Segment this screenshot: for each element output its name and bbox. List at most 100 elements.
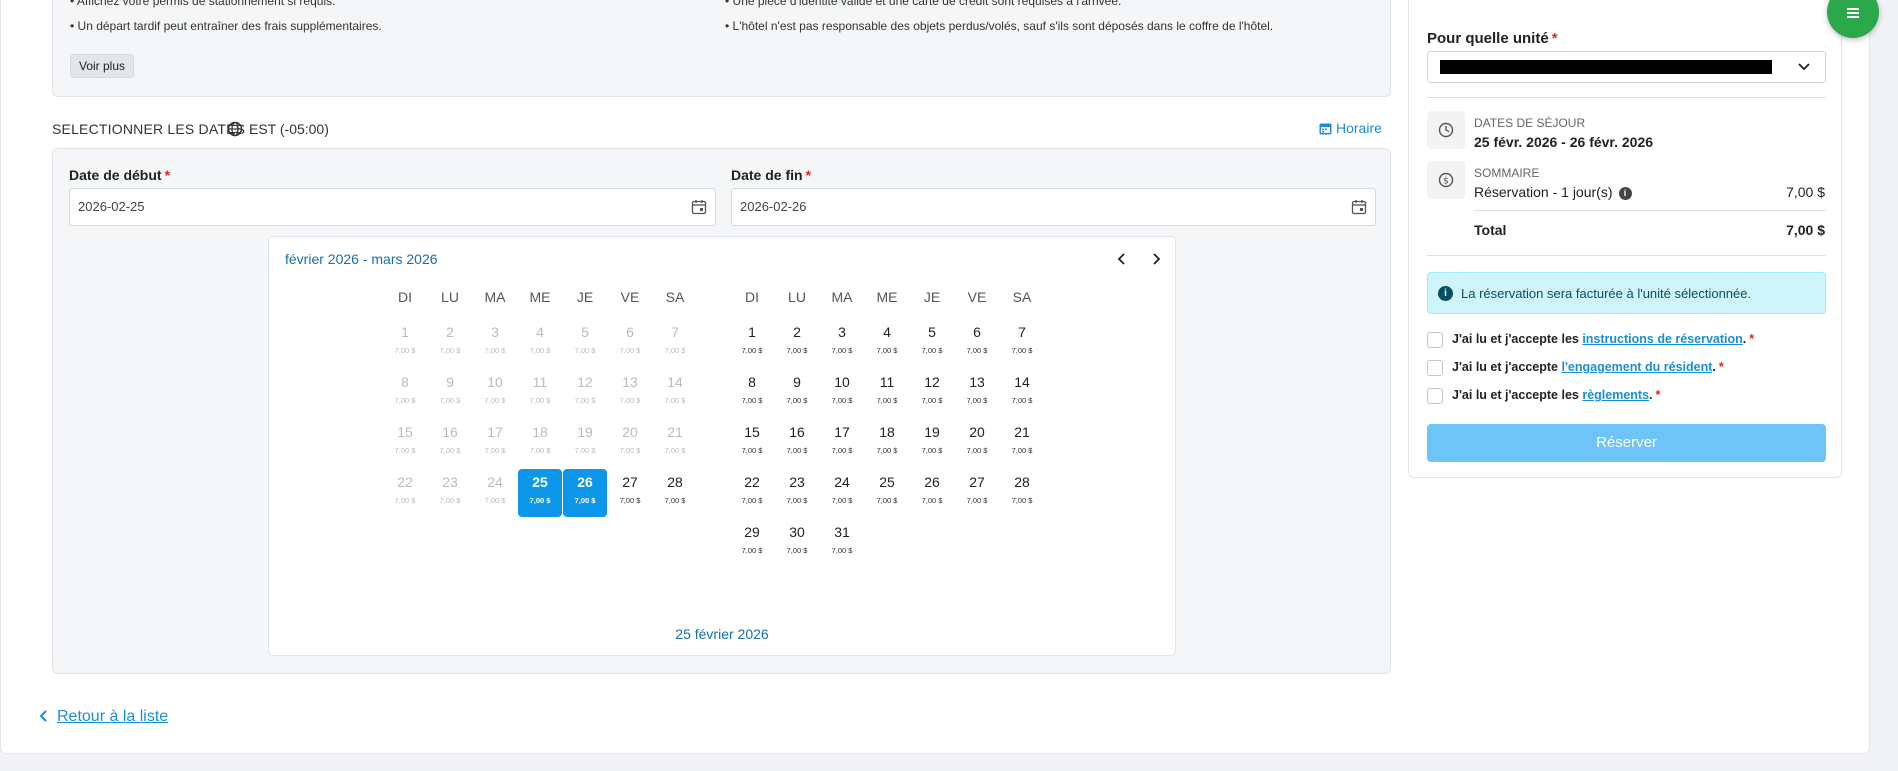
calendar-day[interactable]: 5 7,00 $ — [910, 319, 954, 367]
calendar-day[interactable]: 28 7,00 $ — [653, 469, 697, 517]
calendar-day: 7 7,00 $ — [653, 319, 697, 367]
calendar-day[interactable]: 18 7,00 $ — [865, 419, 909, 467]
calendar-day[interactable]: 26 7,00 $ — [563, 469, 607, 517]
day-number: 22 — [397, 474, 413, 490]
calendar-day[interactable]: 21 7,00 $ — [1000, 419, 1044, 467]
calendar-day[interactable]: 3 7,00 $ — [820, 319, 864, 367]
engagement-link[interactable]: l'engagement du résident — [1561, 360, 1712, 374]
chevron-left-icon[interactable] — [1112, 249, 1132, 269]
day-price: 7,00 $ — [1011, 446, 1033, 455]
day-number: 7 — [1018, 324, 1026, 340]
accept-engagement-text: J'ai lu et j'accepte l'engagement du rés… — [1452, 360, 1724, 374]
unit-select[interactable] — [1427, 51, 1826, 83]
calendar-icon — [1319, 123, 1332, 135]
calendar-day[interactable]: 10 7,00 $ — [820, 369, 864, 417]
calendar-day[interactable]: 9 7,00 $ — [775, 369, 819, 417]
day-number: 11 — [532, 374, 548, 390]
calendar-day[interactable]: 20 7,00 $ — [955, 419, 999, 467]
calendar-day[interactable]: 8 7,00 $ — [730, 369, 774, 417]
calendar-day[interactable]: 12 7,00 $ — [910, 369, 954, 417]
stay-dates-icon-box — [1427, 111, 1465, 149]
info-icon[interactable]: i — [1618, 187, 1632, 200]
calendar-icon[interactable] — [1351, 199, 1367, 215]
day-price: 7,00 $ — [664, 496, 686, 505]
calendar-day[interactable]: 15 7,00 $ — [730, 419, 774, 467]
reserve-button[interactable]: Réserver — [1427, 424, 1826, 462]
calendar-day[interactable]: 26 7,00 $ — [910, 469, 954, 517]
required-mark: * — [1749, 332, 1755, 346]
see-more-button[interactable]: Voir plus — [70, 54, 135, 78]
weekday-header: MA — [484, 289, 506, 305]
day-number: 5 — [581, 324, 589, 340]
chevron-right-icon[interactable] — [1146, 249, 1166, 269]
calendar-day: 12 7,00 $ — [563, 369, 607, 417]
rules-link[interactable]: règlements — [1582, 388, 1649, 402]
dates-box: Date de début * 2026-02-25 Date de fin * 2… — [52, 148, 1391, 674]
calendar-icon[interactable] — [691, 199, 707, 215]
calendar-day: 13 7,00 $ — [608, 369, 652, 417]
day-price: 7,00 $ — [574, 346, 596, 355]
day-price: 7,00 $ — [619, 396, 641, 405]
required-mark: * — [1655, 388, 1661, 402]
calendar-day[interactable]: 27 7,00 $ — [608, 469, 652, 517]
calendar-day[interactable]: 17 7,00 $ — [820, 419, 864, 467]
day-number: 24 — [834, 474, 850, 490]
day-price: 7,00 $ — [741, 396, 763, 405]
day-price: 7,00 $ — [876, 446, 898, 455]
calendar-day[interactable]: 19 7,00 $ — [910, 419, 954, 467]
day-price: 7,00 $ — [484, 346, 506, 355]
calendar-day[interactable]: 13 7,00 $ — [955, 369, 999, 417]
start-date-input[interactable]: 2026-02-25 — [69, 188, 716, 226]
info-icon: i — [1438, 286, 1453, 301]
back-to-list-label: Retour à la liste — [57, 708, 169, 725]
calendar-day[interactable]: 24 7,00 $ — [820, 469, 864, 517]
day-price: 7,00 $ — [876, 496, 898, 505]
calendar-day[interactable]: 29 7,00 $ — [730, 519, 774, 567]
calendar-day: 21 7,00 $ — [653, 419, 697, 467]
day-price: 7,00 $ — [394, 496, 416, 505]
instructions-link[interactable]: instructions de réservation — [1582, 332, 1742, 346]
day-price: 7,00 $ — [831, 346, 853, 355]
accept-engagement-checkbox[interactable] — [1427, 360, 1443, 376]
day-number: 8 — [748, 374, 756, 390]
check-prefix: J'ai lu et j'accepte les — [1452, 332, 1583, 346]
calendar-day[interactable]: 14 7,00 $ — [1000, 369, 1044, 417]
end-date-input[interactable]: 2026-02-26 — [731, 188, 1376, 226]
calendar-day: 19 7,00 $ — [563, 419, 607, 467]
calendar-day[interactable]: 31 7,00 $ — [820, 519, 864, 567]
calendar-day[interactable]: 27 7,00 $ — [955, 469, 999, 517]
calendar-day: 18 7,00 $ — [518, 419, 562, 467]
check-prefix: J'ai lu et j'accepte les — [1452, 388, 1583, 402]
day-price: 7,00 $ — [664, 346, 686, 355]
day-number: 7 — [671, 324, 679, 340]
calendar-day[interactable]: 11 7,00 $ — [865, 369, 909, 417]
calendar-day[interactable]: 23 7,00 $ — [775, 469, 819, 517]
calendar-day: 14 7,00 $ — [653, 369, 697, 417]
calendar-day[interactable]: 30 7,00 $ — [775, 519, 819, 567]
schedule-link[interactable]: Horaire — [1319, 120, 1382, 136]
end-date-label: Date de fin * — [731, 167, 811, 183]
day-price: 7,00 $ — [439, 396, 461, 405]
check-suffix: . — [1742, 332, 1747, 346]
calendar-day[interactable]: 16 7,00 $ — [775, 419, 819, 467]
calendar-day[interactable]: 7 7,00 $ — [1000, 319, 1044, 367]
calendar-day[interactable]: 1 7,00 $ — [730, 319, 774, 367]
accept-instructions-checkbox[interactable] — [1427, 332, 1443, 348]
calendar-day: 11 7,00 $ — [518, 369, 562, 417]
day-price: 7,00 $ — [619, 346, 641, 355]
calendar-day[interactable]: 28 7,00 $ — [1000, 469, 1044, 517]
day-number: 9 — [793, 374, 801, 390]
weekday-header: LU — [788, 289, 806, 305]
accept-rules-checkbox[interactable] — [1427, 388, 1443, 404]
calendar-day[interactable]: 2 7,00 $ — [775, 319, 819, 367]
calendar-day[interactable]: 6 7,00 $ — [955, 319, 999, 367]
back-to-list-link[interactable]: Retour à la liste — [39, 708, 168, 726]
calendar-day[interactable]: 25 7,00 $ — [518, 469, 562, 517]
redacted-unit-value — [1440, 60, 1772, 74]
calendar-day[interactable]: 25 7,00 $ — [865, 469, 909, 517]
calendar-day[interactable]: 4 7,00 $ — [865, 319, 909, 367]
calendar-day[interactable]: 22 7,00 $ — [730, 469, 774, 517]
calendar-day: 3 7,00 $ — [473, 319, 517, 367]
day-price: 7,00 $ — [741, 446, 763, 455]
day-price: 7,00 $ — [921, 346, 943, 355]
